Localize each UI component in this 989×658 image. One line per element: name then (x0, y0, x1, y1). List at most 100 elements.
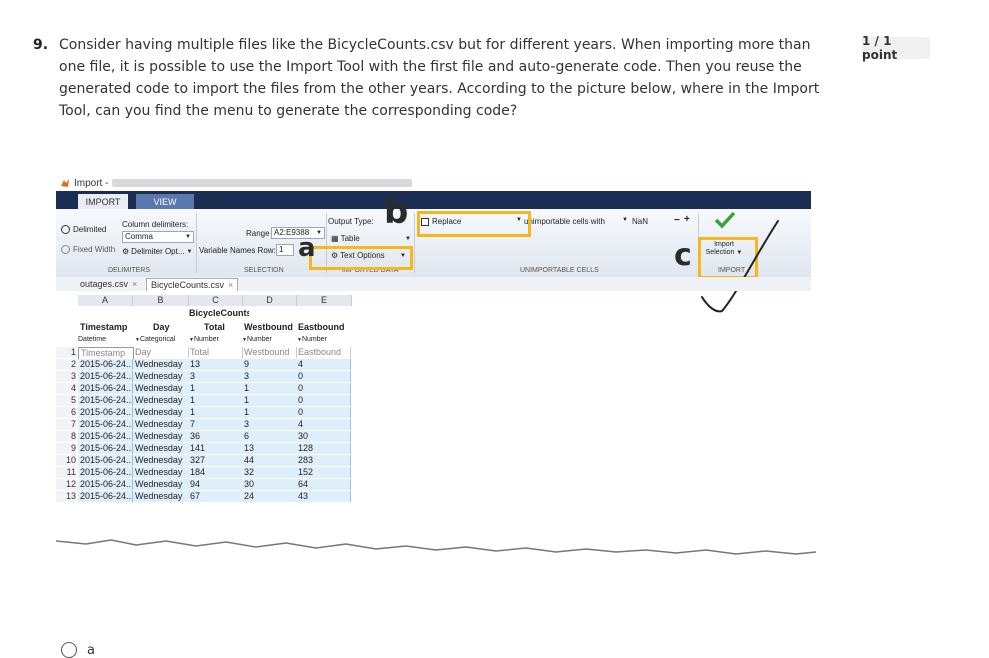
type-select[interactable]: ▼Categorical (135, 334, 189, 345)
variable-names-row-input[interactable]: 1 (276, 244, 294, 256)
type-select[interactable]: ▼Number (242, 334, 296, 345)
fixed-width-radio[interactable]: Fixed Width (61, 245, 115, 254)
nan-value[interactable]: NaN (632, 217, 648, 226)
grid-cell[interactable]: 2015-06-24... (78, 455, 133, 466)
column-letter[interactable]: E (297, 295, 352, 306)
header-day[interactable]: Day (153, 322, 183, 333)
grid-cell[interactable]: Wednesday (133, 443, 189, 454)
grid-cell[interactable]: 2015-06-24... (78, 479, 133, 490)
column-letter[interactable]: B (133, 295, 189, 306)
close-icon[interactable]: × (228, 280, 233, 290)
output-type-select[interactable]: ▦ Table ▼ (331, 234, 411, 243)
grid-cell[interactable]: 2015-06-24... (78, 383, 133, 394)
grid-cell[interactable]: 32 (242, 467, 297, 478)
grid-cell[interactable]: 30 (242, 479, 297, 490)
file-tab-outages[interactable]: outages.csv × (76, 278, 141, 290)
grid-cell[interactable]: 2015-06-24... (78, 359, 133, 370)
type-label: Number (301, 336, 327, 343)
grid-cell[interactable]: 1 (242, 383, 297, 394)
delimiter-options-button[interactable]: ⚙ Delimiter Opt... ▼ (122, 247, 192, 256)
grid-cell[interactable]: 1 (242, 395, 297, 406)
type-select[interactable]: Datetime (78, 334, 128, 345)
grid-cell[interactable]: 13 (188, 359, 243, 370)
grid-cell[interactable]: 2015-06-24... (78, 371, 133, 382)
grid-cell[interactable]: 2015-06-24... (78, 443, 133, 454)
grid-cell[interactable]: 0 (296, 383, 351, 394)
column-letter[interactable]: A (78, 295, 133, 306)
grid-cell[interactable]: Wednesday (133, 419, 189, 430)
variable-name-input[interactable]: Eastbound (296, 347, 351, 358)
grid-cell[interactable]: 0 (296, 371, 351, 382)
grid-cell[interactable]: 0 (296, 395, 351, 406)
grid-cell[interactable]: Wednesday (133, 491, 189, 502)
grid-cell[interactable]: 1 (188, 395, 243, 406)
tab-view[interactable]: VIEW (136, 194, 194, 209)
header-total[interactable]: Total (204, 322, 240, 333)
grid-cell[interactable]: Wednesday (133, 371, 189, 382)
grid-cell[interactable]: Wednesday (133, 431, 189, 442)
row-number: 11 (56, 467, 76, 478)
grid-cell[interactable]: 64 (296, 479, 351, 490)
delimited-radio[interactable]: Delimited (61, 225, 106, 234)
grid-cell[interactable]: 141 (188, 443, 243, 454)
type-select[interactable]: ▼Number (189, 334, 243, 345)
header-timestamp[interactable]: Timestamp (80, 322, 134, 333)
grid-cell[interactable]: 184 (188, 467, 243, 478)
grid-cell[interactable]: 9 (242, 359, 297, 370)
grid-cell[interactable]: 0 (296, 407, 351, 418)
grid-cell[interactable]: 3 (188, 371, 243, 382)
grid-cell[interactable]: 283 (296, 455, 351, 466)
grid-cell[interactable]: 1 (188, 407, 243, 418)
grid-cell[interactable]: 2015-06-24... (78, 431, 133, 442)
grid-cell[interactable]: 2015-06-24... (78, 395, 133, 406)
type-select[interactable]: ▼Number (297, 334, 351, 345)
grid-cell[interactable]: Wednesday (133, 467, 189, 478)
grid-cell[interactable]: 152 (296, 467, 351, 478)
grid-cell[interactable]: 67 (188, 491, 243, 502)
grid-cell[interactable]: 1 (188, 383, 243, 394)
variable-name-input[interactable]: Total (188, 347, 243, 358)
grid-cell[interactable]: 6 (242, 431, 297, 442)
header-eastbound[interactable]: Eastbound (298, 322, 352, 333)
minus-icon[interactable]: − (674, 215, 680, 226)
grid-cell[interactable]: 327 (188, 455, 243, 466)
grid-cell[interactable]: Wednesday (133, 407, 189, 418)
grid-cell[interactable]: 2015-06-24... (78, 407, 133, 418)
grid-cell[interactable]: 13 (242, 443, 297, 454)
tab-import[interactable]: IMPORT (78, 194, 128, 209)
header-westbound[interactable]: Westbound (244, 322, 298, 333)
delimiter-select[interactable]: Comma ▼ (122, 231, 194, 243)
close-icon[interactable]: × (132, 279, 137, 289)
column-letter[interactable]: D (243, 295, 297, 306)
grid-cell[interactable]: 1 (242, 407, 297, 418)
grid-cell[interactable]: 44 (242, 455, 297, 466)
grid-cell[interactable]: 24 (242, 491, 297, 502)
radio-icon (61, 225, 70, 234)
grid-cell[interactable]: Wednesday (133, 383, 189, 394)
grid-cell[interactable]: 4 (296, 359, 351, 370)
grid-cell[interactable]: 36 (188, 431, 243, 442)
variable-name-input[interactable]: Day (133, 347, 189, 358)
grid-cell[interactable]: Wednesday (133, 359, 189, 370)
answer-radio[interactable] (61, 642, 77, 658)
table-name[interactable]: BicycleCounts (189, 308, 249, 319)
grid-cell[interactable]: 7 (188, 419, 243, 430)
grid-cell[interactable]: 2015-06-24... (78, 491, 133, 502)
grid-cell[interactable]: 2015-06-24... (78, 419, 133, 430)
grid-cell[interactable]: Wednesday (133, 395, 189, 406)
chevron-down-icon[interactable]: ▼ (622, 217, 628, 223)
variable-name-input[interactable]: Westbound (242, 347, 297, 358)
grid-cell[interactable]: 2015-06-24... (78, 467, 133, 478)
grid-cell[interactable]: Wednesday (133, 479, 189, 490)
grid-cell[interactable]: 43 (296, 491, 351, 502)
plus-icon[interactable]: + (684, 214, 690, 225)
file-tab-bicyclecounts[interactable]: BicycleCounts.csv × (146, 278, 239, 291)
column-letter[interactable]: C (189, 295, 243, 306)
grid-cell[interactable]: 3 (242, 371, 297, 382)
grid-cell[interactable]: Wednesday (133, 455, 189, 466)
grid-cell[interactable]: 128 (296, 443, 351, 454)
grid-cell[interactable]: 94 (188, 479, 243, 490)
grid-cell[interactable]: 3 (242, 419, 297, 430)
grid-cell[interactable]: 4 (296, 419, 351, 430)
grid-cell[interactable]: 30 (296, 431, 351, 442)
